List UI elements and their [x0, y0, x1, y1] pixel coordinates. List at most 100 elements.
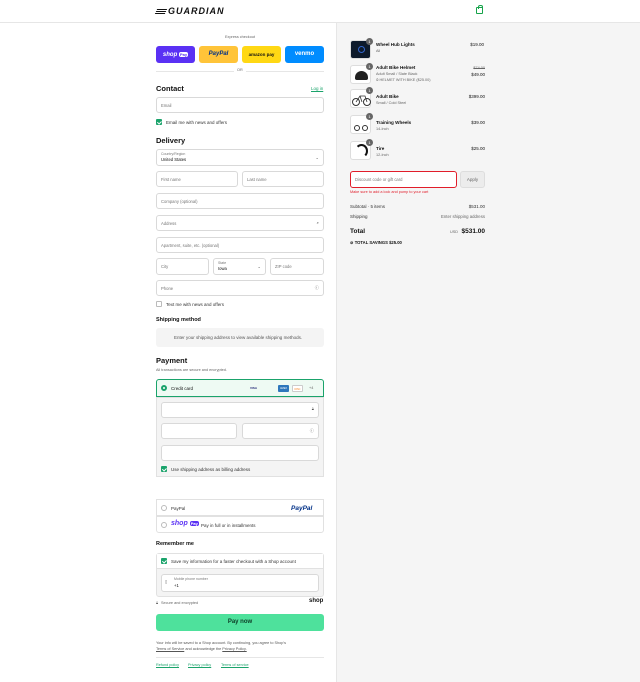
- item-thumbnail-training-wheels: 1: [350, 113, 373, 134]
- savings-value: $25.00: [389, 240, 402, 245]
- discount-code-field[interactable]: Discount code or gift card: [350, 171, 457, 188]
- country-value: United States: [161, 157, 187, 162]
- mobile-prefix: +1: [174, 583, 179, 588]
- paypal-label: PayPal: [171, 506, 186, 511]
- installments-label: Pay in full or in installments: [201, 523, 256, 528]
- terms-link[interactable]: Terms of Service: [156, 647, 184, 651]
- mobile-phone-field[interactable]: ▯ Mobile phone number +1: [161, 574, 319, 592]
- text-me-checkbox[interactable]: [156, 301, 162, 307]
- privacy-policy-link[interactable]: Privacy policy: [188, 663, 211, 667]
- first-name-field[interactable]: First name: [156, 171, 238, 187]
- paypal-express-button[interactable]: PayPal: [199, 46, 238, 63]
- quantity-badge: 1: [366, 87, 373, 94]
- refund-policy-link[interactable]: Refund policy: [156, 663, 179, 667]
- brand-logo[interactable]: GUARDIAN: [156, 6, 225, 16]
- venmo-button[interactable]: venmo: [285, 46, 324, 63]
- item-price: $25.00: [471, 146, 485, 151]
- save-info-checkbox[interactable]: [161, 558, 167, 564]
- item-name: Tire: [376, 146, 385, 151]
- item-name: Adult Bike: [376, 94, 399, 99]
- shop-pay-logo: shop Pay: [171, 520, 199, 527]
- help-icon[interactable]: ⓘ: [310, 428, 314, 434]
- wheel-icon: [362, 125, 368, 131]
- shop-pay-button[interactable]: shop Pay: [156, 46, 195, 63]
- news-label: Email me with news and offers: [166, 120, 227, 125]
- item-price: $39.00: [471, 120, 485, 125]
- cart-bag-icon[interactable]: [476, 5, 483, 14]
- expiration-field[interactable]: [161, 423, 237, 439]
- pay-now-button[interactable]: Pay now: [156, 614, 324, 631]
- zip-placeholder: ZIP code: [275, 264, 292, 269]
- country-select[interactable]: Country/Region United States ⌄: [156, 149, 324, 166]
- legal-and: and acknowledge the: [185, 647, 222, 651]
- wheel-icon: [354, 125, 360, 131]
- item-thumbnail-helmet: 1: [350, 63, 373, 84]
- footer-divider: [156, 657, 324, 658]
- discount-placeholder: Discount code or gift card: [355, 177, 403, 182]
- terms-of-service-link[interactable]: Terms of service: [221, 663, 249, 667]
- quantity-badge: 1: [366, 113, 373, 120]
- contact-heading: Contact: [156, 84, 184, 93]
- shipping-label: Shipping: [350, 214, 368, 219]
- shop-pay-radio[interactable]: [161, 522, 167, 528]
- item-variant: 14-Inch: [376, 127, 389, 131]
- remember-me-heading: Remember me: [156, 541, 194, 547]
- email-field[interactable]: Email: [156, 97, 324, 113]
- privacy-link[interactable]: Privacy Policy.: [222, 647, 246, 651]
- email-placeholder: Email: [161, 103, 172, 108]
- first-name-placeholder: First name: [161, 177, 181, 182]
- item-thumbnail-tire: 1: [350, 139, 373, 160]
- tire-icon: [355, 144, 368, 158]
- amex-icon: AMEX: [278, 385, 289, 392]
- order-summary: 1 Wheel Hub Lights All $19.00 1 Adult Bi…: [336, 23, 640, 682]
- city-field[interactable]: City: [156, 258, 209, 275]
- item-original-price: $74.00: [473, 66, 485, 70]
- billing-checkbox[interactable]: [161, 466, 167, 472]
- or-separator: OR: [234, 68, 246, 72]
- more-cards-label: +4: [309, 386, 314, 390]
- company-field[interactable]: Company (optional): [156, 193, 324, 209]
- news-checkbox[interactable]: [156, 119, 162, 125]
- paypal-logo: PayPal: [291, 505, 313, 512]
- item-thumbnail-bike: 1: [350, 87, 373, 108]
- shop-pay-option[interactable]: shop Pay Pay in full or in installments: [156, 516, 324, 533]
- name-on-card-field[interactable]: [161, 445, 319, 461]
- credit-card-option[interactable]: Credit card VISA MC AMEX DISC +4: [156, 379, 324, 397]
- item-variant: 12-Inch: [376, 153, 389, 157]
- zip-field[interactable]: ZIP code: [270, 258, 324, 275]
- lock-icon: 🔒︎: [311, 406, 314, 411]
- amazon-pay-button[interactable]: amazon pay: [242, 46, 281, 63]
- total-value: $531.00: [461, 228, 486, 235]
- last-name-field[interactable]: Last name: [242, 171, 324, 187]
- shop-text: shop: [171, 520, 188, 527]
- bundle-label: HELMET WITH BIKE ($25.00): [379, 78, 431, 82]
- item-name: Adult Bike Helmet: [376, 65, 416, 70]
- state-select[interactable]: State Iowa ⌄: [213, 258, 266, 275]
- item-variant: Adult Small / Slate Black: [376, 72, 418, 76]
- phone-field[interactable]: Phone ⓘ: [156, 280, 324, 296]
- savings-tag-icon: ⊘: [350, 240, 354, 245]
- paypal-option[interactable]: PayPal PayPal: [156, 499, 324, 516]
- credit-card-radio[interactable]: [161, 385, 167, 391]
- help-icon[interactable]: ⓘ: [315, 285, 319, 291]
- card-number-field[interactable]: 🔒︎: [161, 402, 319, 418]
- payment-subtitle: All transactions are secure and encrypte…: [156, 368, 227, 372]
- login-link[interactable]: Log in: [311, 86, 323, 91]
- apply-button[interactable]: Apply: [460, 171, 485, 188]
- security-code-field[interactable]: ⓘ: [242, 423, 319, 439]
- item-thumbnail-wheel-hub-lights: 1: [350, 38, 373, 59]
- shop-logo: shop: [309, 598, 324, 604]
- remember-me-panel: Save my information for a faster checkou…: [156, 553, 324, 597]
- item-price: $399.00: [468, 94, 485, 99]
- apartment-field[interactable]: Apartment, suite, etc. (optional): [156, 237, 324, 253]
- paypal-radio[interactable]: [161, 505, 167, 511]
- address-field[interactable]: Address ⌕: [156, 215, 324, 231]
- shop-text: shop: [162, 52, 178, 58]
- express-checkout-label: Express checkout: [225, 35, 255, 39]
- city-placeholder: City: [161, 264, 169, 269]
- text-me-label: Text me with news and offers: [166, 302, 224, 307]
- pay-badge: Pay: [178, 52, 189, 57]
- apartment-placeholder: Apartment, suite, etc. (optional): [161, 243, 220, 248]
- pay-badge: Pay: [189, 521, 199, 526]
- state-label: State: [218, 261, 227, 265]
